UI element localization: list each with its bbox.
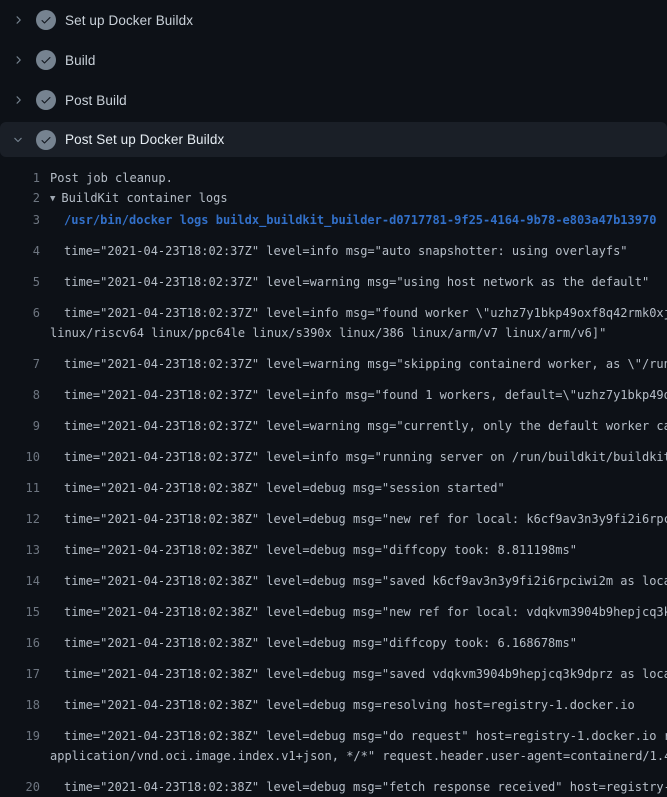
log-line-number[interactable]: 10 [0, 447, 40, 467]
log-line-number[interactable]: 14 [0, 571, 40, 591]
check-circle-icon [36, 50, 56, 70]
log-line-text: time="2021-04-23T18:02:38Z" level=debug … [64, 543, 577, 557]
log-line-number[interactable]: 15 [0, 602, 40, 622]
step-section-header-post-build[interactable]: Post Build [0, 80, 667, 120]
log-line: 2 ▼ BuildKit container logs [0, 188, 667, 210]
log-line: 11 ▼time="2021-04-23T18:02:38Z" level=de… [0, 467, 667, 498]
log-line-text: time="2021-04-23T18:02:38Z" level=debug … [64, 636, 577, 650]
log-line: 6 ▼time="2021-04-23T18:02:37Z" level=inf… [0, 292, 667, 323]
log-line-text: time="2021-04-23T18:02:37Z" level=warnin… [64, 419, 667, 433]
log-line-text: time="2021-04-23T18:02:37Z" level=warnin… [64, 357, 667, 371]
log-line: 1 ▼Post job cleanup. [0, 168, 667, 188]
log-line-number[interactable]: 17 [0, 664, 40, 684]
log-line-text: time="2021-04-23T18:02:38Z" level=debug … [64, 667, 667, 681]
log-line-number[interactable] [0, 746, 40, 766]
log-line-text: Post job cleanup. [50, 171, 173, 185]
check-circle-icon [36, 10, 56, 30]
log-line-text: time="2021-04-23T18:02:37Z" level=warnin… [64, 275, 649, 289]
log-line-text: time="2021-04-23T18:02:38Z" level=debug … [64, 605, 667, 619]
check-circle-icon [36, 90, 56, 110]
step-section-header-set-up-docker-buildx[interactable]: Set up Docker Buildx [0, 0, 667, 40]
log-line-number[interactable]: 18 [0, 695, 40, 715]
log-group-toggle-icon[interactable]: ▼ [50, 194, 55, 204]
log-line: ▼application/vnd.oci.image.index.v1+json… [0, 746, 667, 766]
chevron-right-icon[interactable] [12, 52, 24, 68]
chevron-right-icon[interactable] [12, 92, 24, 108]
log-line-text: time="2021-04-23T18:02:37Z" level=info m… [64, 244, 628, 258]
log-line-number[interactable]: 6 [0, 303, 40, 323]
log-line-number[interactable]: 19 [0, 726, 40, 746]
log-viewer: 1 ▼Post job cleanup. 2 ▼ BuildKit contain… [0, 157, 667, 797]
log-line: 8 ▼time="2021-04-23T18:02:37Z" level=inf… [0, 374, 667, 405]
log-line-number[interactable]: 9 [0, 416, 40, 436]
step-section-label: Set up Docker Buildx [65, 13, 193, 28]
log-line: 10 ▼time="2021-04-23T18:02:37Z" level=in… [0, 436, 667, 467]
step-section-label: Post Build [65, 93, 127, 108]
log-line-number[interactable]: 5 [0, 272, 40, 292]
log-line: 14 ▼time="2021-04-23T18:02:38Z" level=de… [0, 560, 667, 591]
log-line: 13 ▼time="2021-04-23T18:02:38Z" level=de… [0, 529, 667, 560]
log-line-text: application/vnd.oci.image.index.v1+json,… [50, 749, 667, 763]
step-section-label: Post Set up Docker Buildx [65, 132, 224, 147]
log-line-text: time="2021-04-23T18:02:37Z" level=info m… [64, 306, 667, 320]
log-line: 5 ▼time="2021-04-23T18:02:37Z" level=war… [0, 261, 667, 292]
actions-log-panel: Set up Docker Buildx Build Post Build [0, 0, 667, 797]
log-line-number[interactable]: 3 [0, 210, 40, 230]
log-line-text: BuildKit container logs [61, 191, 227, 205]
log-line-text: time="2021-04-23T18:02:38Z" level=debug … [64, 780, 667, 794]
log-line-text: time="2021-04-23T18:02:38Z" level=debug … [64, 574, 667, 588]
log-line-number[interactable]: 4 [0, 241, 40, 261]
log-line-text: time="2021-04-23T18:02:38Z" level=debug … [64, 698, 635, 712]
log-line: 18 ▼time="2021-04-23T18:02:38Z" level=de… [0, 684, 667, 715]
log-line-number[interactable]: 1 [0, 168, 40, 188]
chevron-down-icon[interactable] [12, 132, 24, 148]
log-line-text: time="2021-04-23T18:02:37Z" level=info m… [64, 450, 667, 464]
step-section-label: Build [65, 53, 96, 68]
log-line: 3 ▼/usr/bin/docker logs buildx_buildkit_… [0, 210, 667, 230]
log-line-number[interactable]: 2 [0, 188, 40, 210]
log-line-number[interactable]: 7 [0, 354, 40, 374]
workflow-steps-list: Set up Docker Buildx Build Post Build [0, 0, 667, 157]
log-line-text: time="2021-04-23T18:02:38Z" level=debug … [64, 729, 667, 743]
log-line-number[interactable]: 16 [0, 633, 40, 653]
log-line-text: time="2021-04-23T18:02:38Z" level=debug … [64, 481, 505, 495]
log-line-number[interactable]: 8 [0, 385, 40, 405]
chevron-right-icon[interactable] [12, 12, 24, 28]
step-section-header-build[interactable]: Build [0, 40, 667, 80]
log-line-number[interactable]: 20 [0, 777, 40, 797]
log-line: 12 ▼time="2021-04-23T18:02:38Z" level=de… [0, 498, 667, 529]
log-line-number[interactable]: 13 [0, 540, 40, 560]
log-line: 20 ▼time="2021-04-23T18:02:38Z" level=de… [0, 766, 667, 797]
log-line: 7 ▼time="2021-04-23T18:02:37Z" level=war… [0, 343, 667, 374]
log-line: 15 ▼time="2021-04-23T18:02:38Z" level=de… [0, 591, 667, 622]
log-line: 4 ▼time="2021-04-23T18:02:37Z" level=inf… [0, 230, 667, 261]
log-line-number[interactable]: 11 [0, 478, 40, 498]
log-line-number[interactable] [0, 323, 40, 343]
log-line-text: time="2021-04-23T18:02:38Z" level=debug … [64, 512, 667, 526]
log-line-text: time="2021-04-23T18:02:37Z" level=info m… [64, 388, 667, 402]
log-line-text: linux/riscv64 linux/ppc64le linux/s390x … [50, 326, 606, 340]
log-line: 16 ▼time="2021-04-23T18:02:38Z" level=de… [0, 622, 667, 653]
step-section-header-post-set-up-docker-buildx[interactable]: Post Set up Docker Buildx [0, 122, 667, 157]
log-line: ▼linux/riscv64 linux/ppc64le linux/s390x… [0, 323, 667, 343]
check-circle-icon [36, 130, 56, 150]
log-line: 17 ▼time="2021-04-23T18:02:38Z" level=de… [0, 653, 667, 684]
log-line: 9 ▼time="2021-04-23T18:02:37Z" level=war… [0, 405, 667, 436]
log-line-text: /usr/bin/docker logs buildx_buildkit_bui… [64, 213, 656, 227]
log-line-number[interactable]: 12 [0, 509, 40, 529]
log-line: 19 ▼time="2021-04-23T18:02:38Z" level=de… [0, 715, 667, 746]
